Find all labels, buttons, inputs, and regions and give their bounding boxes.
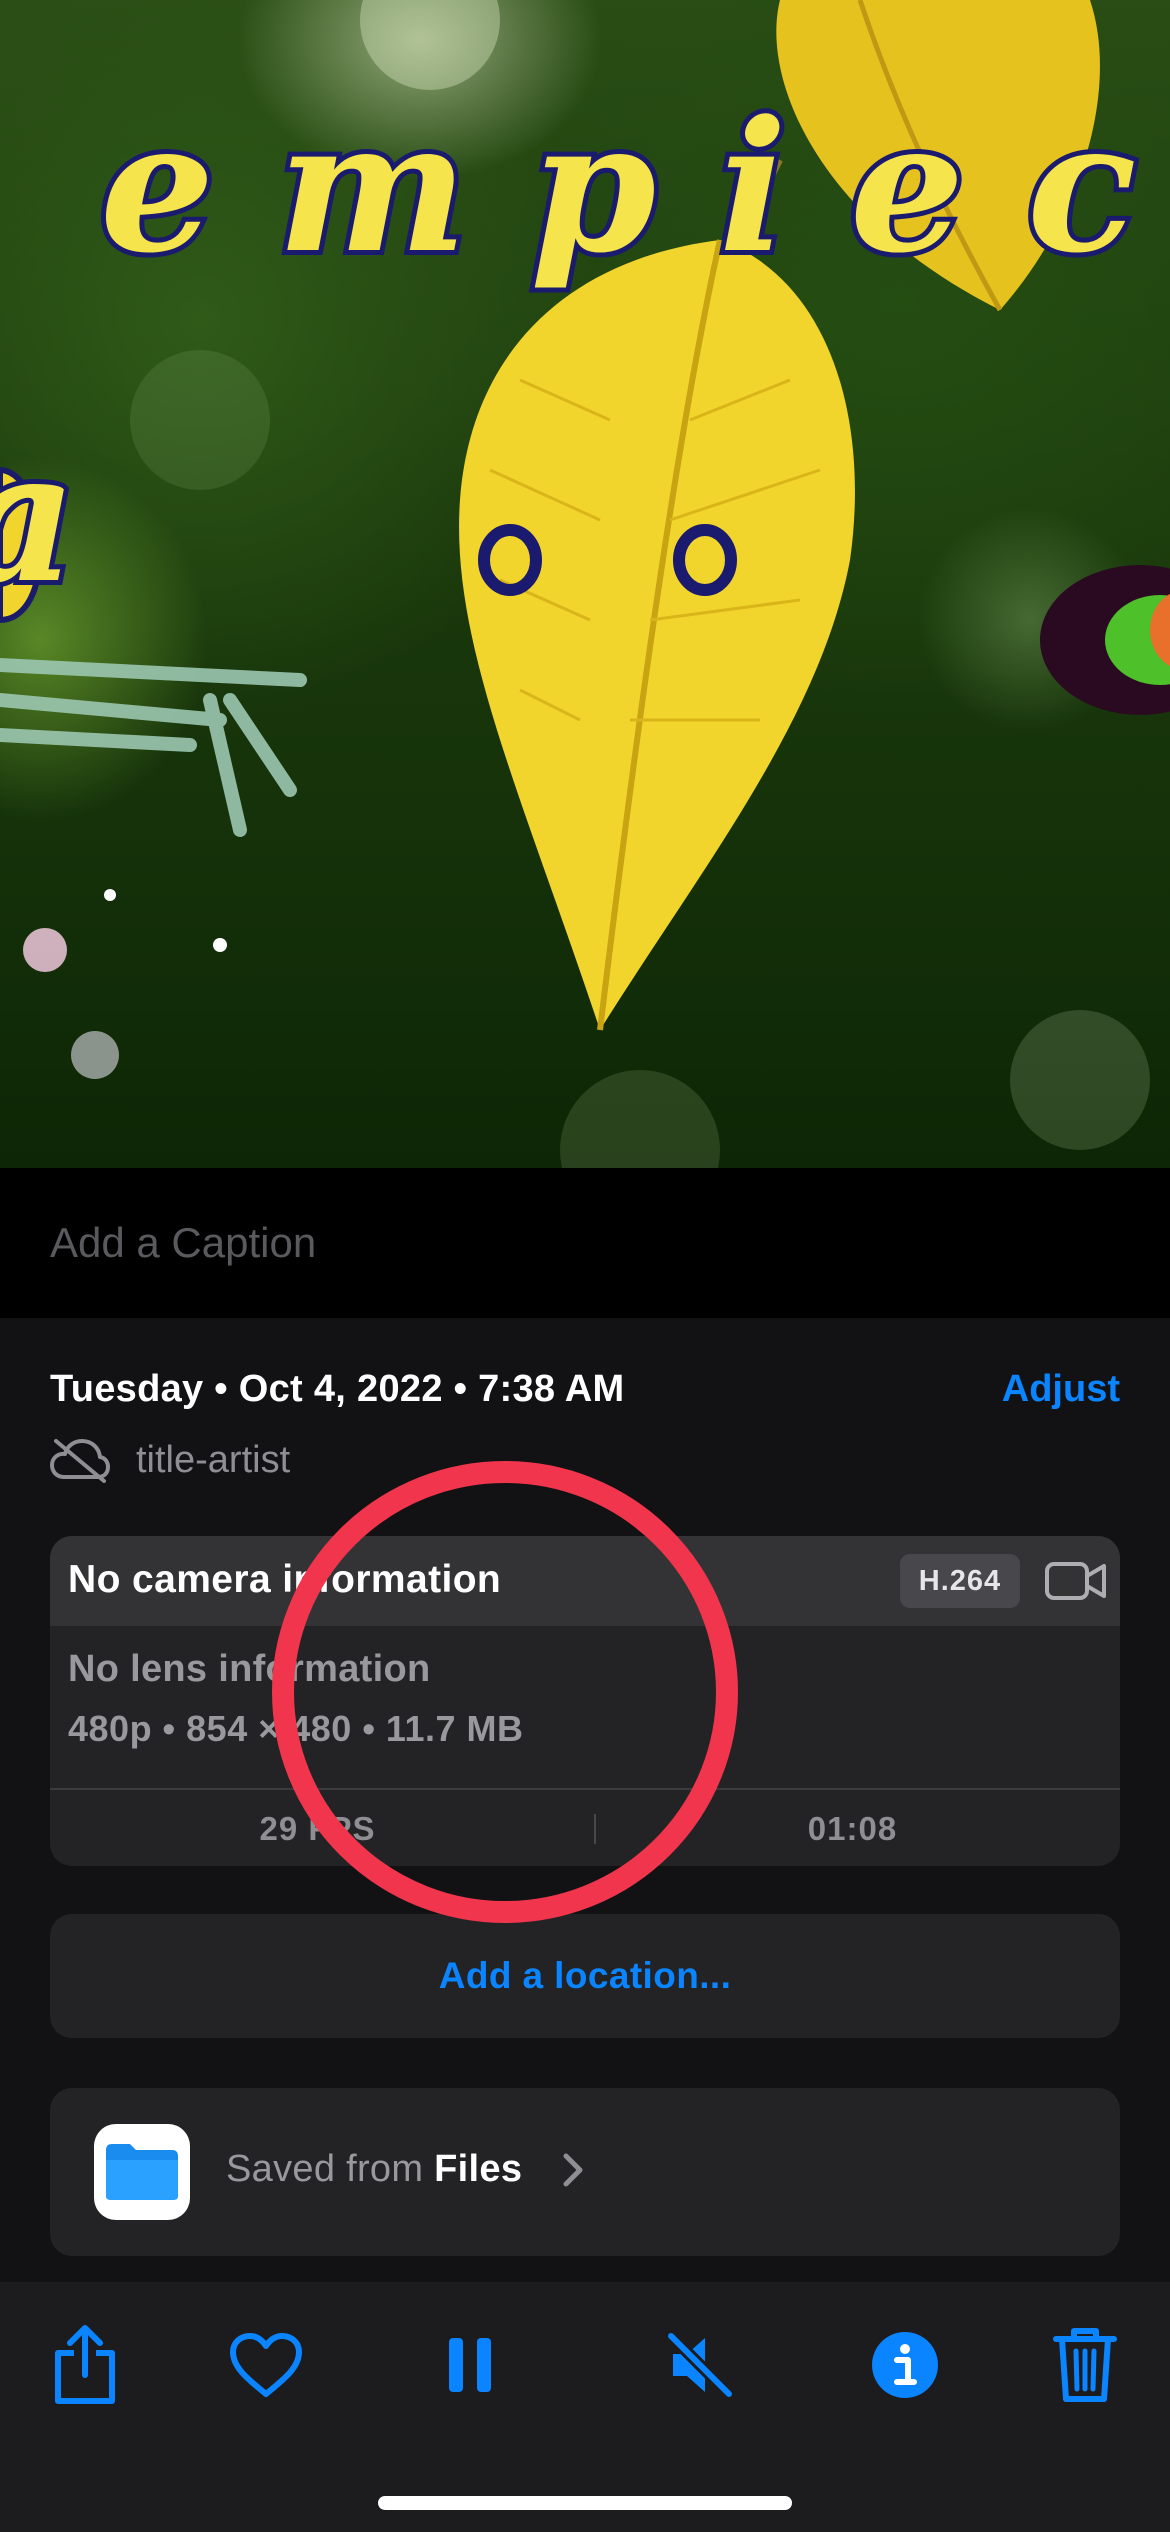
saved-prefix: Saved from	[226, 2148, 435, 2190]
share-icon	[55, 2325, 115, 2404]
saved-from-label: Saved from Files	[226, 2148, 522, 2191]
video-camera-icon	[1045, 1562, 1106, 1600]
info-icon	[872, 2332, 938, 2398]
heart-icon	[230, 2333, 302, 2397]
duration-label: 01:08	[807, 1810, 898, 1847]
trash-icon	[1053, 2328, 1117, 2402]
saved-app-name: Files	[434, 2148, 523, 2190]
mute-button[interactable]	[655, 2320, 745, 2410]
chevron-right-icon	[563, 2153, 583, 2187]
pause-icon	[449, 2338, 491, 2392]
filename-row: title-artist	[50, 1430, 290, 1490]
caption-bar	[0, 1168, 1170, 1318]
metadata-footer: 29 FPS 01:08	[50, 1788, 1120, 1866]
video-frame[interactable]: e m p i e c e a	[0, 0, 1170, 1168]
folder-icon	[106, 2144, 178, 2200]
home-indicator	[378, 2496, 792, 2510]
adjust-button[interactable]: Adjust	[1002, 1368, 1120, 1411]
files-app-icon	[94, 2124, 190, 2220]
metadata-header: No camera information H.264	[50, 1536, 1120, 1626]
codec-badge: H.264	[900, 1554, 1020, 1608]
caption-input[interactable]	[50, 1208, 1050, 1278]
date-time-label: Tuesday • Oct 4, 2022 • 7:38 AM	[50, 1368, 625, 1410]
favorite-button[interactable]	[221, 2320, 311, 2410]
overlay-text-left: a	[0, 412, 77, 623]
delete-button[interactable]	[1040, 2320, 1130, 2410]
speaker-muted-icon	[665, 2330, 735, 2400]
pause-button[interactable]	[425, 2320, 515, 2410]
camera-info-label: No camera information	[68, 1558, 502, 1601]
info-button[interactable]	[860, 2320, 950, 2410]
add-location-button[interactable]: Add a location...	[50, 1914, 1120, 2038]
metadata-card: No camera information H.264 No lens info…	[50, 1536, 1120, 1866]
cloud-off-icon	[50, 1439, 110, 1483]
lens-info-label: No lens information	[68, 1648, 431, 1690]
saved-from-row[interactable]: Saved from Files	[50, 2088, 1120, 2256]
fps-label: 29 FPS	[259, 1810, 376, 1847]
bottom-toolbar	[0, 2282, 1170, 2532]
info-panel: Tuesday • Oct 4, 2022 • 7:38 AM Adjust t…	[0, 1318, 1170, 2282]
filename-label: title-artist	[136, 1438, 291, 1481]
overlay-text-top: e m p i e c e	[100, 82, 1170, 293]
share-button[interactable]	[40, 2320, 130, 2410]
video-specs-label: 480p • 854 × 480 • 11.7 MB	[68, 1708, 524, 1749]
video-frame-artwork: e m p i e c e a	[0, 0, 1170, 1168]
add-location-label: Add a location...	[438, 1955, 732, 1996]
